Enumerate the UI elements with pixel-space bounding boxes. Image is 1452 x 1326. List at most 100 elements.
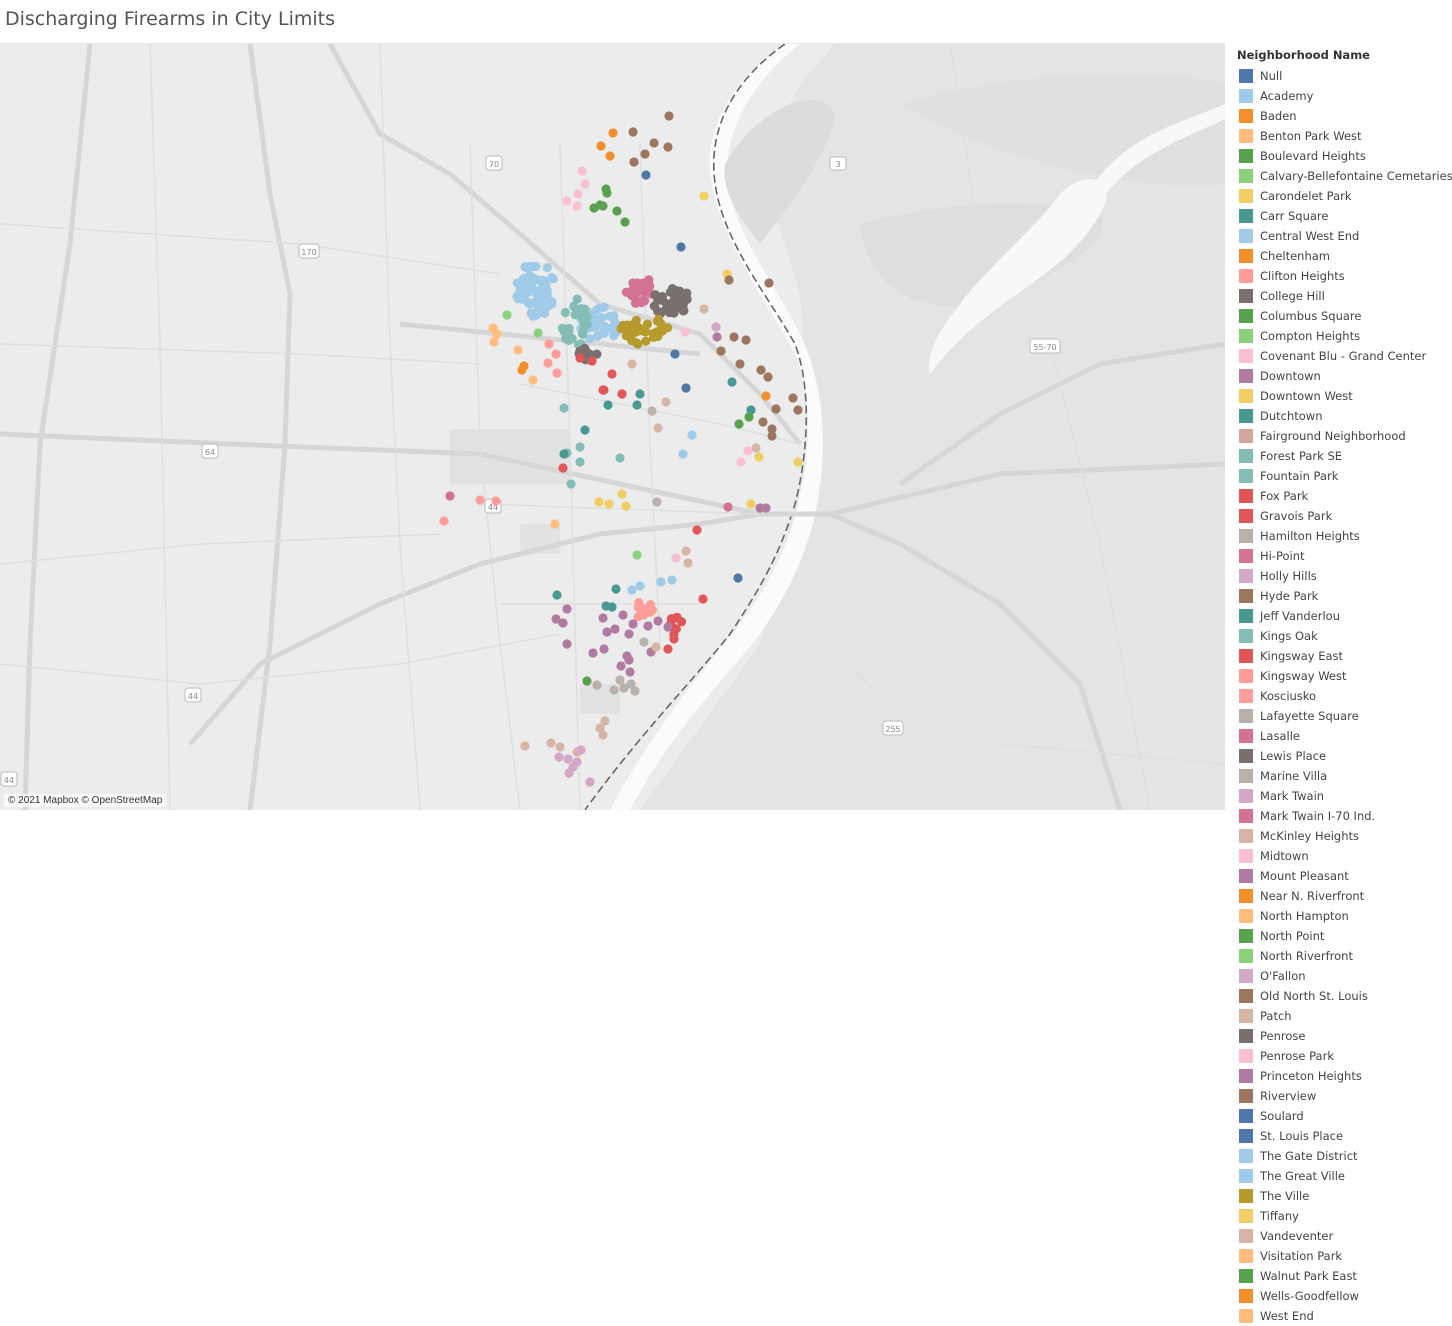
incident-point[interactable]	[620, 217, 630, 227]
incident-point[interactable]	[625, 667, 635, 677]
legend-item[interactable]: Baden	[1237, 106, 1449, 126]
incident-point[interactable]	[652, 497, 662, 507]
incident-point[interactable]	[699, 304, 709, 314]
incident-point[interactable]	[609, 685, 619, 695]
incident-point[interactable]	[615, 453, 625, 463]
legend-item[interactable]: Mark Twain I-70 Ind.	[1237, 806, 1449, 826]
legend-item[interactable]: Kosciusko	[1237, 686, 1449, 706]
incident-point[interactable]	[664, 111, 674, 121]
incident-point[interactable]	[670, 349, 680, 359]
legend-item[interactable]: Cheltenham	[1237, 246, 1449, 266]
incident-point[interactable]	[475, 495, 485, 505]
basemap[interactable]: 70 170 64 44 44 44 3 55-70 255	[0, 44, 1225, 810]
incident-point[interactable]	[512, 291, 522, 301]
incident-point[interactable]	[734, 419, 744, 429]
incident-point[interactable]	[599, 644, 609, 654]
incident-point[interactable]	[532, 309, 542, 319]
incident-point[interactable]	[589, 203, 599, 213]
legend-item[interactable]: Near N. Riverfront	[1237, 886, 1449, 906]
incident-point[interactable]	[610, 317, 620, 327]
incident-point[interactable]	[559, 403, 569, 413]
legend-item[interactable]: Kingsway East	[1237, 646, 1449, 666]
incident-point[interactable]	[628, 320, 638, 330]
incident-point[interactable]	[580, 425, 590, 435]
incident-point[interactable]	[542, 302, 553, 312]
incident-point[interactable]	[758, 417, 768, 427]
legend-item[interactable]: Marine Villa	[1237, 766, 1449, 786]
incident-point[interactable]	[607, 369, 617, 379]
incident-point[interactable]	[681, 546, 691, 556]
incident-point[interactable]	[512, 278, 522, 288]
incident-point[interactable]	[594, 497, 604, 507]
incident-point[interactable]	[547, 272, 557, 283]
incident-point[interactable]	[640, 149, 650, 159]
incident-point[interactable]	[582, 676, 592, 686]
legend-item[interactable]: Wells-Goodfellow	[1237, 1286, 1449, 1306]
incident-point[interactable]	[445, 491, 455, 501]
incident-point[interactable]	[598, 613, 608, 623]
incident-point[interactable]	[741, 335, 751, 345]
incident-point[interactable]	[687, 430, 697, 440]
incident-point[interactable]	[712, 332, 722, 342]
incident-point[interactable]	[680, 327, 690, 337]
incident-point[interactable]	[761, 391, 771, 401]
incident-point[interactable]	[671, 553, 681, 563]
legend-item[interactable]: College Hill	[1237, 286, 1449, 306]
incident-point[interactable]	[580, 179, 590, 189]
incident-point[interactable]	[546, 738, 556, 748]
legend-item[interactable]: Hamilton Heights	[1237, 526, 1449, 546]
incident-point[interactable]	[533, 328, 543, 338]
legend-item[interactable]: Fountain Park	[1237, 466, 1449, 486]
incident-point[interactable]	[624, 629, 634, 639]
incident-point[interactable]	[558, 618, 568, 628]
incident-point[interactable]	[617, 389, 627, 399]
incident-point[interactable]	[599, 328, 609, 338]
legend-item[interactable]: Covenant Blu - Grand Center	[1237, 346, 1449, 366]
incident-point[interactable]	[585, 777, 595, 787]
incident-point[interactable]	[683, 558, 693, 568]
legend-item[interactable]: Kingsway West	[1237, 666, 1449, 686]
incident-point[interactable]	[633, 286, 643, 296]
incident-point[interactable]	[612, 206, 622, 216]
legend-item[interactable]: Lafayette Square	[1237, 706, 1449, 726]
incident-point[interactable]	[743, 446, 753, 456]
incident-point[interactable]	[630, 686, 640, 696]
incident-point[interactable]	[651, 642, 661, 652]
legend-item[interactable]: Hi-Point	[1237, 546, 1449, 566]
incident-point[interactable]	[771, 404, 781, 414]
incident-point[interactable]	[525, 299, 535, 309]
incident-point[interactable]	[576, 304, 586, 314]
incident-point[interactable]	[763, 372, 773, 382]
legend-item[interactable]: Columbus Square	[1237, 306, 1449, 326]
incident-point[interactable]	[605, 151, 615, 161]
incident-point[interactable]	[627, 585, 637, 595]
incident-point[interactable]	[733, 573, 743, 583]
legend-item[interactable]: The Gate District	[1237, 1146, 1449, 1166]
incident-point[interactable]	[736, 457, 746, 467]
incident-point[interactable]	[587, 356, 597, 366]
incident-point[interactable]	[544, 339, 554, 349]
legend-item[interactable]: Patch	[1237, 1006, 1449, 1026]
map-attribution[interactable]: © 2021 Mapbox © OpenStreetMap	[4, 794, 167, 807]
incident-point[interactable]	[667, 575, 677, 585]
legend-item[interactable]: Compton Heights	[1237, 326, 1449, 346]
incident-point[interactable]	[754, 452, 764, 462]
legend-item[interactable]: Visitation Park	[1237, 1246, 1449, 1266]
legend-item[interactable]: Null	[1237, 66, 1449, 86]
incident-point[interactable]	[656, 319, 666, 329]
incident-point[interactable]	[756, 365, 766, 375]
incident-point[interactable]	[615, 675, 625, 685]
incident-point[interactable]	[663, 644, 673, 654]
incident-point[interactable]	[698, 594, 708, 604]
legend-item[interactable]: Carr Square	[1237, 206, 1449, 226]
incident-point[interactable]	[552, 368, 562, 378]
incident-point[interactable]	[627, 359, 637, 369]
legend-item[interactable]: Mark Twain	[1237, 786, 1449, 806]
incident-point[interactable]	[649, 138, 659, 148]
legend-item[interactable]: O'Fallon	[1237, 966, 1449, 986]
incident-point[interactable]	[555, 742, 565, 752]
incident-point[interactable]	[632, 400, 642, 410]
incident-point[interactable]	[575, 442, 585, 452]
incident-point[interactable]	[642, 607, 653, 617]
incident-point[interactable]	[575, 457, 585, 467]
